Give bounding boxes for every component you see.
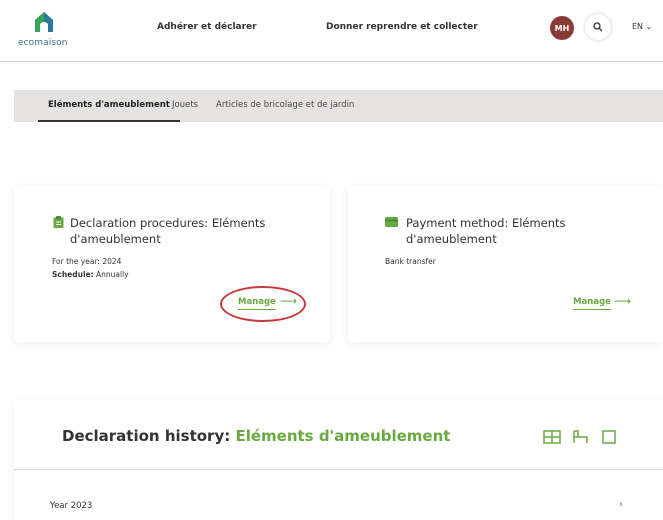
payment-manage-link[interactable]: Manage <box>573 297 611 310</box>
payment-method-value: Bank transfer <box>385 257 436 266</box>
payment-title-line1: Payment method: Eléments <box>406 216 566 230</box>
highlight-circle <box>220 286 306 322</box>
nav-adherer-declarer[interactable]: Adhérer et déclarer <box>157 22 257 32</box>
logo-text: ecomaison <box>18 38 68 48</box>
tab-bricolage-jardin[interactable]: Articles de bricolage et de jardin <box>216 90 354 122</box>
payment-card-icon <box>385 217 398 227</box>
ecomaison-logo[interactable]: ecomaison <box>18 10 70 50</box>
declaration-schedule: Schedule: Annually <box>52 270 129 279</box>
search-button[interactable] <box>585 14 611 40</box>
language-selector[interactable]: EN ⌄ <box>632 22 652 31</box>
history-year-row[interactable]: Year 2023 <box>50 501 92 511</box>
clipboard-icon <box>53 216 64 228</box>
declaration-title-line1: Declaration procedures: Eléments <box>70 216 266 230</box>
chevron-down-icon: ⌄ <box>645 22 653 31</box>
declaration-history-title: Declaration history: Eléments d'ameublem… <box>62 427 451 445</box>
cabinet-icon <box>543 430 561 444</box>
frame-icon <box>602 430 616 444</box>
search-icon <box>593 22 603 32</box>
chevron-right-icon[interactable]: › <box>619 499 623 510</box>
top-header: ecomaison Adhérer et déclarer Donner rep… <box>0 0 663 62</box>
user-avatar[interactable]: MH <box>550 16 574 40</box>
category-tabs: Eléments d'ameublement Jouets Articles d… <box>14 90 663 122</box>
declaration-year: For the year: 2024 <box>52 257 122 266</box>
payment-title-line2: d'ameublement <box>406 232 497 246</box>
history-divider <box>14 469 663 470</box>
tab-elements-ameublement[interactable]: Eléments d'ameublement <box>38 90 180 122</box>
declaration-title-line2: d'ameublement <box>70 232 161 246</box>
declaration-history-card <box>14 400 663 520</box>
arrow-right-icon[interactable]: ⟶ <box>614 294 631 308</box>
tab-jouets[interactable]: Jouets <box>172 90 198 122</box>
nav-donner-reprendre[interactable]: Donner reprendre et collecter <box>326 22 478 32</box>
house-logo-icon <box>35 12 53 32</box>
chair-icon <box>573 430 588 443</box>
